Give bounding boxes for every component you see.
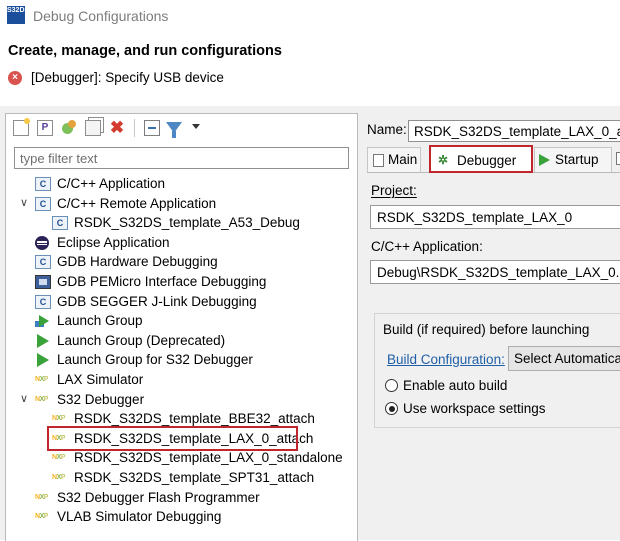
nxp-icon: XP [35,395,51,405]
tree-item[interactable]: Launch Group for S32 Debugger [6,350,357,370]
tree-item-label: Launch Group [57,313,143,329]
source-tab-icon [616,152,620,165]
tab-debugger[interactable]: ✲ Debugger [429,145,533,173]
tab-startup[interactable]: Startup [534,147,612,172]
c-app-icon: C [35,196,51,211]
tree-item[interactable]: C GDB Hardware Debugging [6,252,357,272]
enable-auto-build-radio[interactable] [385,379,398,392]
tree-item-label: S32 Debugger Flash Programmer [57,489,260,505]
nxp-icon: XP [35,375,51,385]
nxp-icon: XP [35,512,51,522]
tree-item[interactable]: Eclipse Application [6,233,357,253]
nxp-icon: XP [35,493,51,503]
tree-item-label: Launch Group (Deprecated) [57,332,226,348]
tree-item[interactable]: XP S32 Debugger Flash Programmer [6,488,357,508]
c-app-icon: C [35,255,51,270]
tree-item[interactable]: GDB PEMicro Interface Debugging [6,272,357,292]
tab-debugger-label: Debugger [457,153,517,168]
tree-item-label: RSDK_S32DS_template_A53_Debug [74,215,300,231]
tree-item[interactable]: ∨ XP S32 Debugger [6,390,357,410]
application-input[interactable] [370,260,620,284]
project-label: Project: [371,183,417,198]
tree-item-label: GDB PEMicro Interface Debugging [57,274,267,289]
name-input[interactable] [408,120,620,142]
build-before-launch-group: Build (if required) before launching Bui… [374,313,620,428]
configuration-editor: Name: Main ✲ Debugger Startup Project: C… [360,113,620,540]
toolbar-separator [134,119,135,137]
tree-item-label: C/C++ Remote Application [57,195,217,211]
tree-item[interactable]: XP RSDK_S32DS_template_SPT31_attach [6,468,357,488]
eclipse-icon [35,235,49,250]
tree-item-label: LAX Simulator [57,372,144,387]
build-configuration-link[interactable]: Build Configuration: [387,352,505,367]
tab-main[interactable]: Main [367,147,421,172]
tree-item[interactable]: XP LAX Simulator [6,370,357,390]
config-tabs: Main ✲ Debugger Startup [367,145,620,173]
application-label: C/C++ Application: [371,239,483,254]
tree-item[interactable]: ∨ C C/C++ Remote Application [6,194,357,214]
selected-item-highlight [47,426,298,451]
pemicro-icon [35,275,51,289]
debugger-tab-icon: ✲ [438,153,449,167]
dialog-heading: Create, manage, and run configurations [8,43,282,59]
enable-auto-build-label: Enable auto build [403,378,508,393]
tree-item-label: Launch Group for S32 Debugger [57,352,253,368]
view-menu-icon[interactable] [192,124,200,129]
tab-main-label: Main [388,152,418,167]
c-app-icon: C [35,177,51,191]
launch-icon [35,333,49,348]
launch-icon [35,353,49,368]
configurations-toolbar: P ✖ [6,114,357,142]
delete-icon[interactable]: ✖ [109,119,125,136]
app-logo-icon: S32DS [7,6,29,24]
nxp-icon: XP [52,473,68,483]
tree-item-label: GDB SEGGER J-Link Debugging [57,293,257,309]
error-message: [Debugger]: Specify USB device [31,70,224,85]
dialog-header: Create, manage, and run configurations ×… [0,30,620,107]
main-tab-icon [373,154,384,167]
tree-item-label: GDB Hardware Debugging [57,254,218,270]
export-icon[interactable] [61,120,77,136]
tree-item-label: C/C++ Application [57,176,166,191]
launch-group-icon [35,314,50,328]
tree-item[interactable]: XP VLAB Simulator Debugging [6,507,357,527]
debugger-tab-content: Project: C/C++ Application: Build (if re… [367,173,620,540]
use-workspace-settings-radio[interactable] [385,402,398,415]
tree-item-label: VLAB Simulator Debugging [57,509,222,525]
tree-item-label: S32 Debugger [57,391,145,407]
tree-item[interactable]: Launch Group [6,311,357,331]
tree-item-label: Eclipse Application [57,234,170,250]
startup-tab-icon [539,154,550,166]
new-configuration-icon[interactable] [13,118,30,136]
new-prototype-icon[interactable]: P [37,120,53,136]
configurations-panel: P ✖ C C/C++ Application ∨ C C/C++ Remote App… [5,113,358,541]
tree-item[interactable]: C C/C++ Application [6,174,357,194]
nxp-icon: XP [52,453,68,463]
title-bar: S32DS Debug Configurations [0,0,620,30]
tab-source[interactable] [613,147,620,172]
error-icon: × [8,71,22,85]
use-workspace-settings-label: Use workspace settings [403,401,546,416]
duplicate-icon[interactable] [85,120,101,136]
tree-item[interactable]: C GDB SEGGER J-Link Debugging [6,292,357,312]
expand-toggle-icon[interactable]: ∨ [19,194,29,214]
tree-item-label: RSDK_S32DS_template_LAX_0_standalone [74,450,343,466]
tree-item[interactable]: C RSDK_S32DS_template_A53_Debug [6,213,357,233]
project-input[interactable] [370,205,620,229]
collapse-all-icon[interactable] [144,120,160,136]
filter-input[interactable] [14,147,349,169]
build-group-title: Build (if required) before launching [383,322,590,337]
tab-startup-label: Startup [555,152,599,167]
c-app-icon: C [35,294,51,309]
tree-item[interactable]: XP RSDK_S32DS_template_LAX_0_standalone [6,448,357,468]
nxp-icon: XP [52,414,68,424]
name-label: Name: [367,122,407,137]
expand-toggle-icon[interactable]: ∨ [19,390,29,410]
tree-item[interactable]: Launch Group (Deprecated) [6,331,357,351]
build-configuration-select[interactable]: Select Automatically [508,346,620,371]
tree-item-label: RSDK_S32DS_template_SPT31_attach [74,470,315,485]
c-app-icon: C [52,216,68,231]
window-title: Debug Configurations [33,8,169,24]
filter-icon[interactable] [166,122,182,138]
